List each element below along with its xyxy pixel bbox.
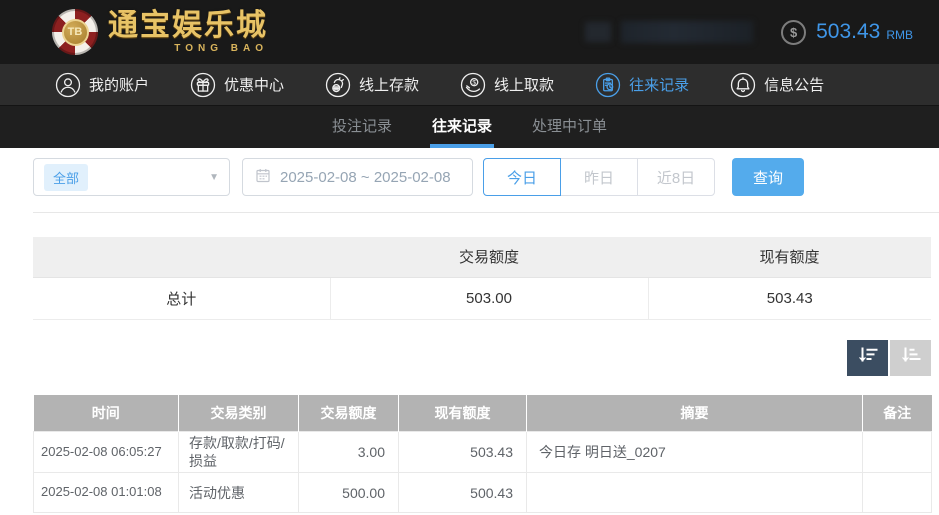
summary-total-balance: 503.43	[647, 276, 931, 320]
summary-table: 交易额度 现有额度 总计 503.00 503.43	[33, 237, 931, 320]
query-button[interactable]: 查询	[732, 158, 804, 196]
records-header-row: 时间 交易类别 交易额度 现有额度 摘要 备注	[33, 394, 932, 432]
calendar-icon	[255, 167, 271, 187]
cell-balance: 500.43	[398, 472, 527, 514]
records-header-amount: 交易额度	[298, 394, 399, 432]
balance-currency: RMB	[886, 27, 913, 42]
tab-transfer-records[interactable]: 往来记录	[429, 106, 494, 148]
quick-range-last-8-days[interactable]: 近8日	[637, 158, 715, 196]
filter-row: 全部 ▼ 2025-02-08 ~ 2025-02-08 今日 昨日 近8日 查…	[33, 158, 939, 196]
user-icon	[55, 72, 81, 98]
records-header-type: 交易类别	[178, 394, 299, 432]
cell-summary	[526, 472, 863, 514]
sort-asc-icon	[900, 346, 922, 369]
cell-summary: 今日存 明日送_0207	[526, 430, 863, 474]
nav-label: 往来记录	[629, 77, 690, 94]
cell-amount: 500.00	[298, 472, 399, 514]
casino-chip-icon: TB	[52, 9, 98, 55]
summary-total-transaction: 503.00	[329, 276, 648, 320]
bell-icon	[730, 72, 756, 98]
cell-time: 2025-02-08 06:05:27	[33, 430, 179, 474]
dollar-circle-icon: $	[781, 19, 807, 45]
brand-name: 通宝娱乐城	[108, 8, 268, 42]
table-row: 2025-02-08 06:05:27 存款/取款/打码/损益 3.00 503…	[33, 430, 932, 474]
records-header-summary: 摘要	[526, 394, 863, 432]
nav-label: 优惠中心	[224, 77, 285, 94]
table-row: 2025-02-08 01:01:08 活动优惠 500.00 500.43	[33, 472, 932, 514]
nav-item-online-deposit[interactable]: 线上存款	[325, 72, 419, 98]
quick-range-group: 今日 昨日 近8日	[483, 158, 715, 196]
cell-note	[862, 430, 932, 474]
tab-betting-records[interactable]: 投注记录	[330, 106, 394, 148]
summary-total-label: 总计	[33, 276, 330, 320]
records-header-time: 时间	[33, 394, 179, 432]
cell-time: 2025-02-08 01:01:08	[33, 472, 179, 514]
sort-controls	[0, 339, 931, 376]
nav-label: 我的账户	[89, 77, 150, 94]
quick-range-yesterday[interactable]: 昨日	[560, 158, 638, 196]
cell-note	[862, 472, 932, 514]
cell-type: 活动优惠	[178, 472, 299, 514]
nav-item-promotions[interactable]: 优惠中心	[190, 72, 284, 98]
sort-asc-button[interactable]	[890, 339, 931, 376]
nav-item-my-account[interactable]: 我的账户	[55, 72, 149, 98]
topbar-right: $ 503.43 RMB	[585, 19, 913, 45]
balance-amount: 503.43	[816, 20, 881, 43]
type-select[interactable]: 全部 ▼	[33, 158, 230, 196]
username-redacted-block	[621, 21, 754, 43]
filter-divider	[33, 212, 939, 213]
tab-processing-orders[interactable]: 处理中订单	[530, 106, 609, 148]
transfer-records-icon	[595, 72, 621, 98]
brand-text: 通宝娱乐城 TONG BAO	[108, 8, 268, 54]
brand-name-en: TONG BAO	[174, 42, 268, 54]
cell-type: 存款/取款/打码/损益	[178, 430, 299, 474]
username-redacted-block	[585, 22, 612, 42]
date-range-input[interactable]: 2025-02-08 ~ 2025-02-08	[242, 158, 473, 196]
gift-icon	[190, 72, 216, 98]
main-nav: 我的账户 优惠中心 线上存款 $ 线上取款 往来记录 信息公告	[0, 64, 939, 105]
records-header-note: 备注	[862, 394, 932, 432]
summary-total-row: 总计 503.00 503.43	[33, 276, 931, 320]
sort-desc-icon	[857, 346, 879, 369]
sub-nav: 投注记录 往来记录 处理中订单	[0, 105, 939, 148]
summary-header-empty	[33, 237, 330, 277]
summary-header-transaction: 交易额度	[330, 237, 648, 277]
topbar: TB 通宝娱乐城 TONG BAO $ 503.43 RMB	[0, 0, 939, 64]
records-table: 时间 交易类别 交易额度 现有额度 摘要 备注 2025-02-08 06:05…	[33, 394, 932, 514]
quick-range-today[interactable]: 今日	[483, 158, 561, 196]
brand-logo[interactable]: TB 通宝娱乐城 TONG BAO	[52, 9, 268, 55]
nav-label: 线上存款	[359, 77, 420, 94]
nav-label: 线上取款	[494, 77, 555, 94]
nav-label: 信息公告	[764, 77, 825, 94]
nav-item-online-withdrawal[interactable]: $ 线上取款	[460, 72, 554, 98]
caret-down-icon: ▼	[209, 171, 219, 183]
date-range-value: 2025-02-08 ~ 2025-02-08	[280, 168, 451, 186]
cell-amount: 3.00	[298, 430, 399, 474]
chip-center: TB	[61, 18, 89, 46]
withdraw-hand-coin-icon: $	[460, 72, 486, 98]
nav-item-transfer-records[interactable]: 往来记录	[595, 72, 689, 98]
summary-header-row: 交易额度 现有额度	[33, 237, 931, 277]
svg-text:$: $	[472, 79, 476, 86]
nav-item-announcements[interactable]: 信息公告	[730, 72, 824, 98]
sort-desc-button[interactable]	[847, 339, 888, 376]
summary-header-balance: 现有额度	[648, 237, 931, 277]
type-select-value: 全部	[44, 163, 89, 191]
cell-balance: 503.43	[398, 430, 527, 474]
records-header-balance: 现有额度	[398, 394, 527, 432]
deposit-hand-coin-icon	[325, 72, 351, 98]
